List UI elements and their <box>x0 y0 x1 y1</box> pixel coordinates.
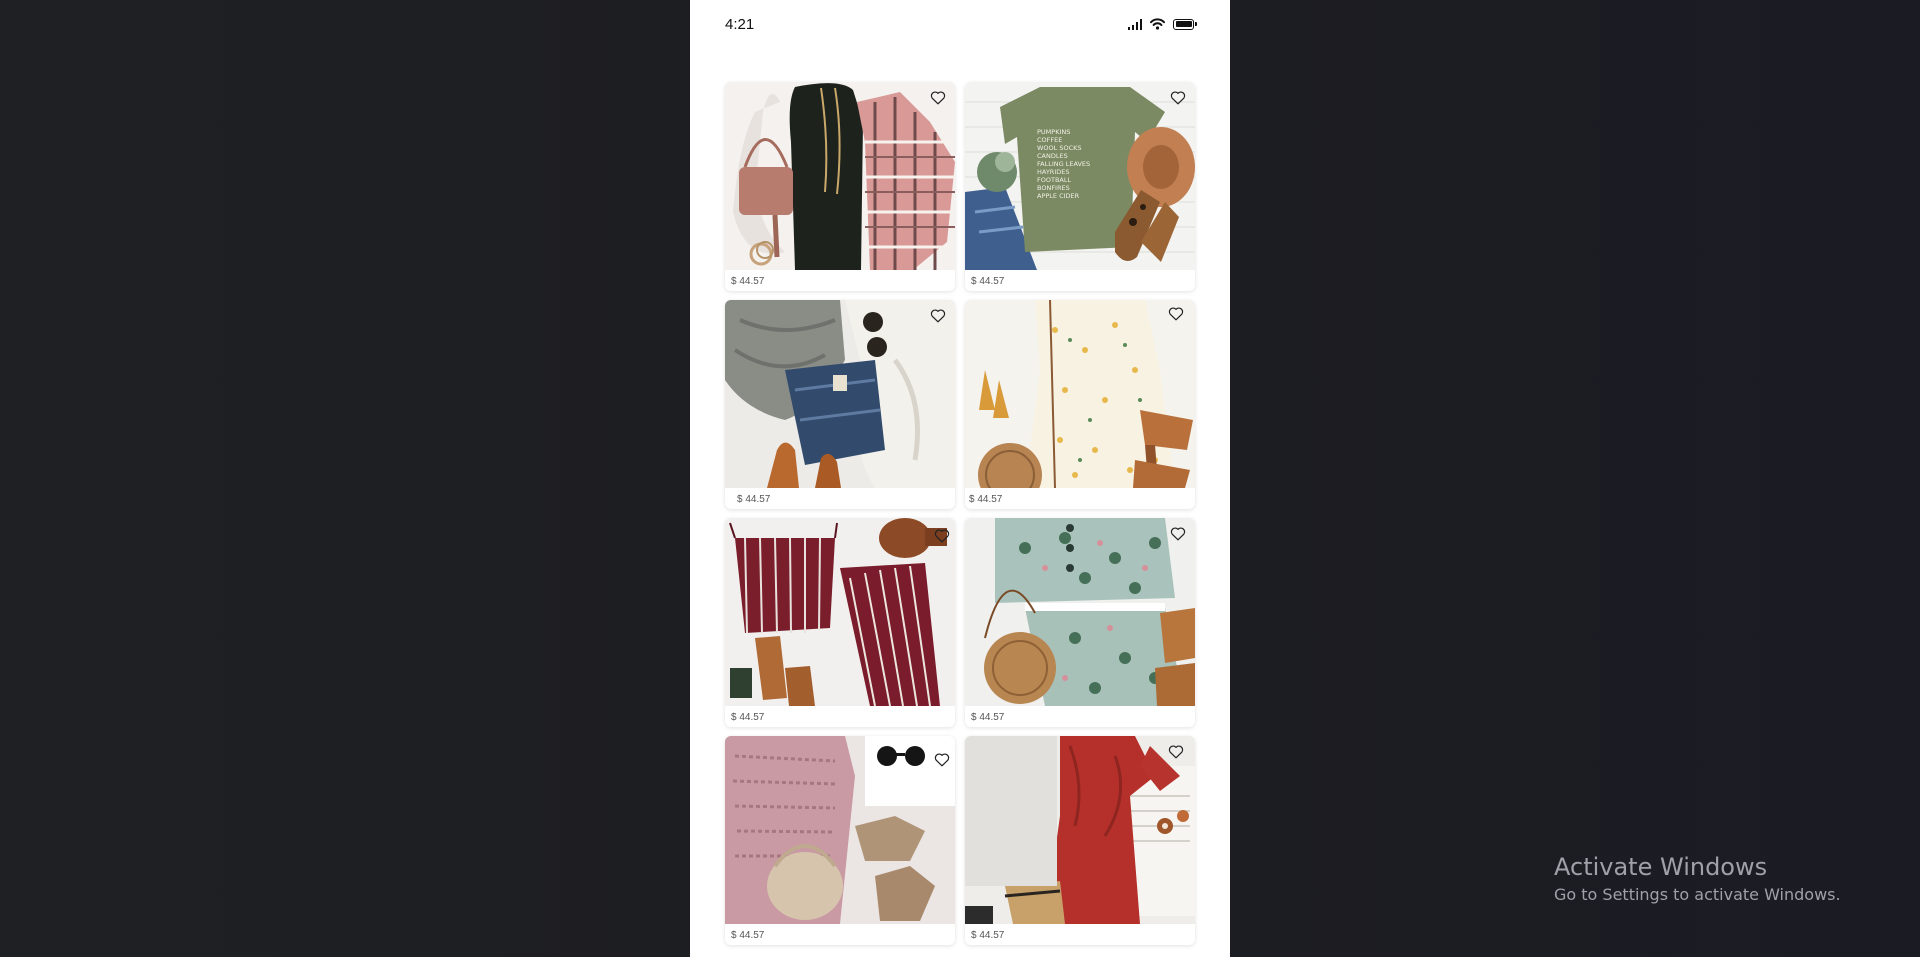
cellular-signal-icon <box>1127 18 1142 30</box>
product-card[interactable]: $ 44.57 <box>725 82 955 291</box>
product-image[interactable] <box>725 518 955 706</box>
favorite-heart-icon[interactable] <box>929 88 947 106</box>
product-card[interactable]: $ 44.57 <box>725 300 955 509</box>
product-price: $ 44.57 <box>737 494 771 505</box>
favorite-heart-icon[interactable] <box>1167 304 1185 322</box>
status-icons <box>1127 17 1197 31</box>
product-card[interactable]: $ 44.57 <box>725 736 955 945</box>
product-price: $ 44.57 <box>971 712 1005 723</box>
product-price: $ 44.57 <box>971 276 1005 287</box>
product-card[interactable]: $ 44.57 <box>725 518 955 727</box>
product-image[interactable] <box>725 300 955 488</box>
svg-text:BONFIRES: BONFIRES <box>1037 184 1070 192</box>
product-card[interactable]: PUMPKINS COFFEE WOOL SOCKS CANDLES FALLING … <box>965 82 1195 291</box>
favorite-heart-icon[interactable] <box>933 526 951 544</box>
product-image[interactable]: PUMPKINS COFFEE WOOL SOCKS CANDLES FALLING … <box>965 82 1195 270</box>
favorite-heart-icon[interactable] <box>1169 524 1187 542</box>
product-card[interactable]: $ 44.57 <box>965 518 1195 727</box>
product-price: $ 44.57 <box>971 930 1005 941</box>
battery-icon <box>1173 18 1197 30</box>
activate-windows-watermark: Activate Windows Go to Settings to activ… <box>1554 853 1841 904</box>
wifi-icon <box>1150 18 1165 30</box>
product-price: $ 44.57 <box>969 494 1003 505</box>
svg-text:CANDLES: CANDLES <box>1037 152 1068 160</box>
watermark-subtitle: Go to Settings to activate Windows. <box>1554 885 1841 904</box>
svg-text:FALLING LEAVES: FALLING LEAVES <box>1037 160 1090 168</box>
product-card[interactable]: $ 44.57 <box>965 300 1195 509</box>
favorite-heart-icon[interactable] <box>1167 742 1185 760</box>
svg-text:PUMPKINS: PUMPKINS <box>1037 128 1070 136</box>
product-price: $ 44.57 <box>731 712 765 723</box>
product-image[interactable] <box>725 736 955 924</box>
svg-text:FOOTBALL: FOOTBALL <box>1037 176 1071 184</box>
product-image[interactable] <box>965 736 1195 924</box>
favorite-heart-icon[interactable] <box>929 306 947 324</box>
product-image[interactable] <box>965 518 1195 706</box>
product-card[interactable]: $ 44.57 <box>965 736 1195 945</box>
product-price: $ 44.57 <box>731 276 765 287</box>
svg-text:HAYRIDES: HAYRIDES <box>1037 168 1069 176</box>
phone-screen: 4:21 $ 44.57 PUMPKINS COFFEE WOOL SOCKS … <box>690 0 1230 957</box>
product-price: $ 44.57 <box>731 930 765 941</box>
svg-text:WOOL SOCKS: WOOL SOCKS <box>1037 144 1082 152</box>
product-image[interactable] <box>965 300 1195 488</box>
favorite-heart-icon[interactable] <box>933 750 951 768</box>
svg-text:COFFEE: COFFEE <box>1037 136 1062 144</box>
status-bar: 4:21 <box>690 0 1230 50</box>
watermark-title: Activate Windows <box>1554 853 1768 881</box>
favorite-heart-icon[interactable] <box>1169 88 1187 106</box>
status-time: 4:21 <box>725 16 755 33</box>
svg-text:APPLE CIDER: APPLE CIDER <box>1037 192 1080 200</box>
product-image[interactable] <box>725 82 955 270</box>
